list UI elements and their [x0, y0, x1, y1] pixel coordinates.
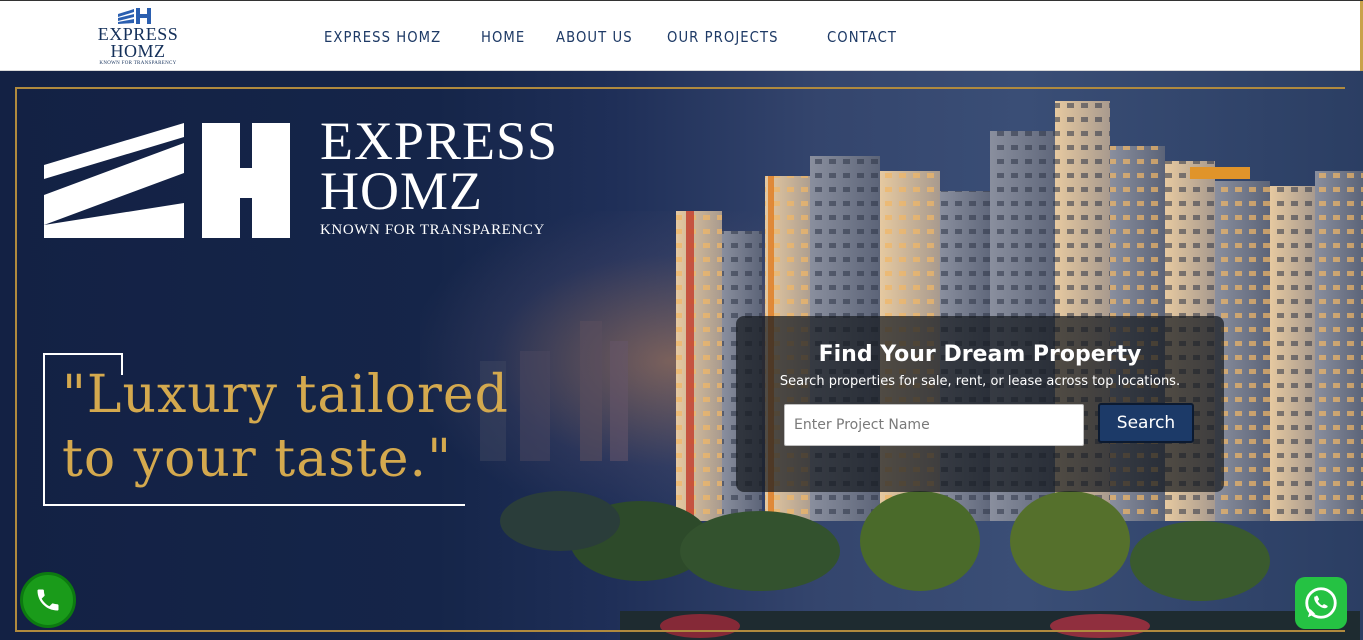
hero-brand-line2: HOMZ [320, 161, 483, 221]
brand-mark-icon [44, 123, 290, 238]
property-search-panel: Find Your Dream Property Search properti… [736, 316, 1224, 492]
header-logo-line2: HOMZ [110, 41, 166, 61]
logo-mark-icon [118, 8, 151, 24]
nav-home[interactable]: HOME [481, 28, 525, 46]
whatsapp-icon [1305, 587, 1337, 619]
main-nav: EXPRESS HOMZ HOME ABOUT US OUR PROJECTS … [312, 1, 919, 72]
hero-section: EXPRESS HOMZ KNOWN FOR TRANSPARENCY "Lux… [0, 71, 1363, 640]
site-header: EXPRESS HOMZ KNOWN FOR TRANSPARENCY EXPR… [0, 0, 1363, 72]
whatsapp-button[interactable] [1295, 577, 1347, 629]
project-search-input[interactable] [784, 404, 1084, 446]
hero-brand-line1: EXPRESS [320, 111, 559, 171]
nav-contact[interactable]: CONTACT [827, 28, 897, 46]
hero-brand-tagline: KNOWN FOR TRANSPARENCY [320, 222, 545, 238]
header-logo[interactable]: EXPRESS HOMZ KNOWN FOR TRANSPARENCY [96, 6, 180, 68]
hero-brand-text: EXPRESS HOMZ KNOWN FOR TRANSPARENCY [320, 111, 559, 239]
hero-quote-line2: to your taste." [62, 429, 452, 489]
search-subtitle: Search properties for sale, rent, or lea… [779, 374, 1181, 389]
call-button[interactable] [20, 572, 76, 628]
search-title: Find Your Dream Property [818, 342, 1142, 367]
search-button[interactable]: Search [1098, 403, 1194, 443]
hero-quote-line1: "Luxury tailored [62, 365, 509, 425]
nav-our-projects[interactable]: OUR PROJECTS [667, 28, 779, 46]
header-logo-tagline: KNOWN FOR TRANSPARENCY [99, 61, 177, 66]
quote-frame-top [43, 353, 123, 355]
quote-frame-left [43, 353, 45, 505]
hero-quote: "Luxury tailored to your taste." [62, 363, 509, 491]
nav-about-us[interactable]: ABOUT US [556, 28, 633, 46]
nav-express-homz[interactable]: EXPRESS HOMZ [324, 28, 441, 46]
quote-frame-bottom [43, 504, 465, 506]
phone-icon [37, 589, 59, 611]
